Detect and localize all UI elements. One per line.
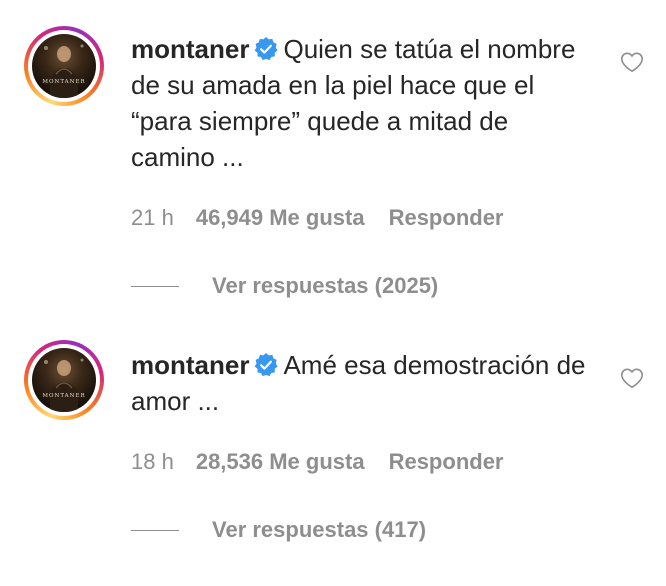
view-replies-label: Ver respuestas (417) (212, 517, 427, 542)
view-replies-label: Ver respuestas (2025) (212, 273, 439, 298)
comment-body: montaner Quien se tatúa el nombre de su a… (131, 31, 591, 175)
verified-badge-icon (255, 36, 279, 61)
comment-time[interactable]: 18 h (131, 449, 174, 475)
avatar-caption: MONTANER (42, 393, 86, 399)
reply-button[interactable]: Responder (389, 205, 504, 231)
username-link[interactable]: montaner (131, 350, 249, 380)
comment-meta: 18 h 28,536 Me gusta Responder (131, 449, 504, 475)
avatar-image: MONTANER (32, 34, 96, 98)
view-replies-button[interactable]: Ver respuestas (417) (131, 517, 471, 543)
reply-button[interactable]: Responder (389, 449, 504, 475)
likes-count[interactable]: 28,536 Me gusta (196, 449, 365, 475)
heart-outline-icon[interactable] (620, 366, 644, 390)
replies-divider (131, 530, 179, 531)
comment-meta: 21 h 46,949 Me gusta Responder (131, 205, 504, 231)
heart-outline-icon[interactable] (620, 50, 644, 74)
avatar[interactable]: MONTANER (24, 340, 104, 420)
comment-body: montaner Amé esa demostración de amor ... (131, 347, 591, 419)
avatar-image: MONTANER (32, 348, 96, 412)
replies-divider (131, 286, 179, 287)
likes-count[interactable]: 46,949 Me gusta (196, 205, 365, 231)
comment-time[interactable]: 21 h (131, 205, 174, 231)
avatar-caption: MONTANER (42, 79, 86, 85)
username-link[interactable]: montaner (131, 34, 249, 64)
view-replies-button[interactable]: Ver respuestas (2025) (131, 273, 491, 299)
avatar[interactable]: MONTANER (24, 26, 104, 106)
verified-badge-icon (255, 352, 279, 377)
